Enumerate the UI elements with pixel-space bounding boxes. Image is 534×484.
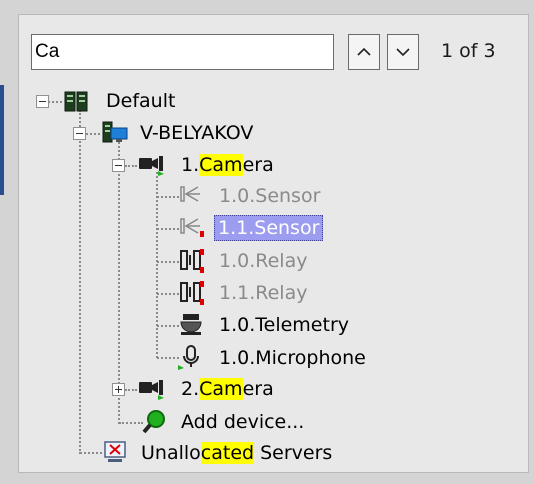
window-edge-accent: [0, 85, 4, 195]
tree-node-relay-1-0[interactable]: 1.0.Relay: [219, 249, 307, 273]
collapse-toggle-camera-1[interactable]: [112, 159, 125, 172]
tree-connector: [125, 389, 137, 391]
camera-icon: [139, 156, 164, 176]
sensor-icon: [180, 186, 200, 202]
next-match-button[interactable]: [387, 34, 419, 70]
tree-node-telemetry[interactable]: 1.0.Telemetry: [219, 313, 349, 337]
camera-2-rest: era: [242, 378, 274, 400]
chevron-up-icon: [357, 47, 371, 56]
server-group-icon: [64, 91, 88, 112]
match-counter: 1 of 3: [441, 40, 496, 62]
tree-node-camera-1[interactable]: 1.Camera: [181, 153, 274, 177]
ptz-dome-icon: [180, 314, 202, 335]
server-icon: [102, 121, 128, 143]
tree-node-microphone[interactable]: 1.0.Microphone: [219, 346, 366, 370]
tree-node-sensor-1-0[interactable]: 1.0.Sensor: [219, 184, 320, 208]
tree-connector: [156, 172, 158, 358]
tree-node-camera-2[interactable]: 2.Camera: [181, 377, 274, 401]
tree-connector: [86, 133, 100, 135]
search-match-highlight: Cam: [199, 378, 243, 400]
camera-1-number: 1.: [181, 154, 200, 176]
expand-toggle-camera-2[interactable]: [112, 383, 125, 396]
unallocated-part-1: Unallo: [141, 442, 201, 464]
tree-connector: [80, 452, 102, 454]
camera-2-number: 2.: [181, 378, 200, 400]
add-device-link[interactable]: Add device...: [181, 410, 304, 434]
relay-icon: [180, 281, 204, 305]
tree-connector: [118, 142, 120, 424]
tree-connector: [157, 325, 179, 327]
search-input[interactable]: [31, 34, 334, 70]
tree-connector: [48, 101, 62, 103]
collapse-toggle-default[interactable]: [36, 95, 49, 108]
chevron-down-icon: [396, 48, 410, 57]
tree-connector: [125, 165, 137, 167]
tree-node-sensor-1-1[interactable]: 1.1.Sensor: [214, 215, 324, 241]
microphone-icon: [178, 345, 199, 370]
tree-node-default[interactable]: Default: [106, 89, 175, 113]
collapse-toggle-server[interactable]: [73, 127, 86, 140]
tree-connector: [157, 357, 179, 359]
search-match-highlight: cated: [200, 442, 255, 464]
tree-connector: [79, 110, 81, 454]
device-tree-panel: [18, 14, 529, 473]
tree-connector: [119, 422, 143, 424]
previous-match-button[interactable]: [348, 34, 380, 70]
tree-connector: [157, 261, 179, 263]
relay-icon: [180, 249, 204, 273]
unallocated-part-2: Servers: [254, 442, 333, 464]
camera-1-rest: era: [242, 154, 274, 176]
tree-connector: [157, 196, 179, 198]
sensor-icon: [180, 218, 204, 237]
tree-connector: [157, 293, 179, 295]
search-match-highlight: Cam: [199, 154, 243, 176]
tree-connector: [157, 228, 179, 230]
add-device-search-icon: [142, 410, 165, 434]
tree-node-unallocated-servers[interactable]: Unallocated Servers: [141, 441, 332, 465]
unallocated-servers-icon: [104, 441, 126, 462]
camera-icon: [139, 380, 164, 400]
tree-node-server[interactable]: V-BELYAKOV: [140, 121, 253, 145]
tree-node-relay-1-1[interactable]: 1.1.Relay: [219, 281, 307, 305]
